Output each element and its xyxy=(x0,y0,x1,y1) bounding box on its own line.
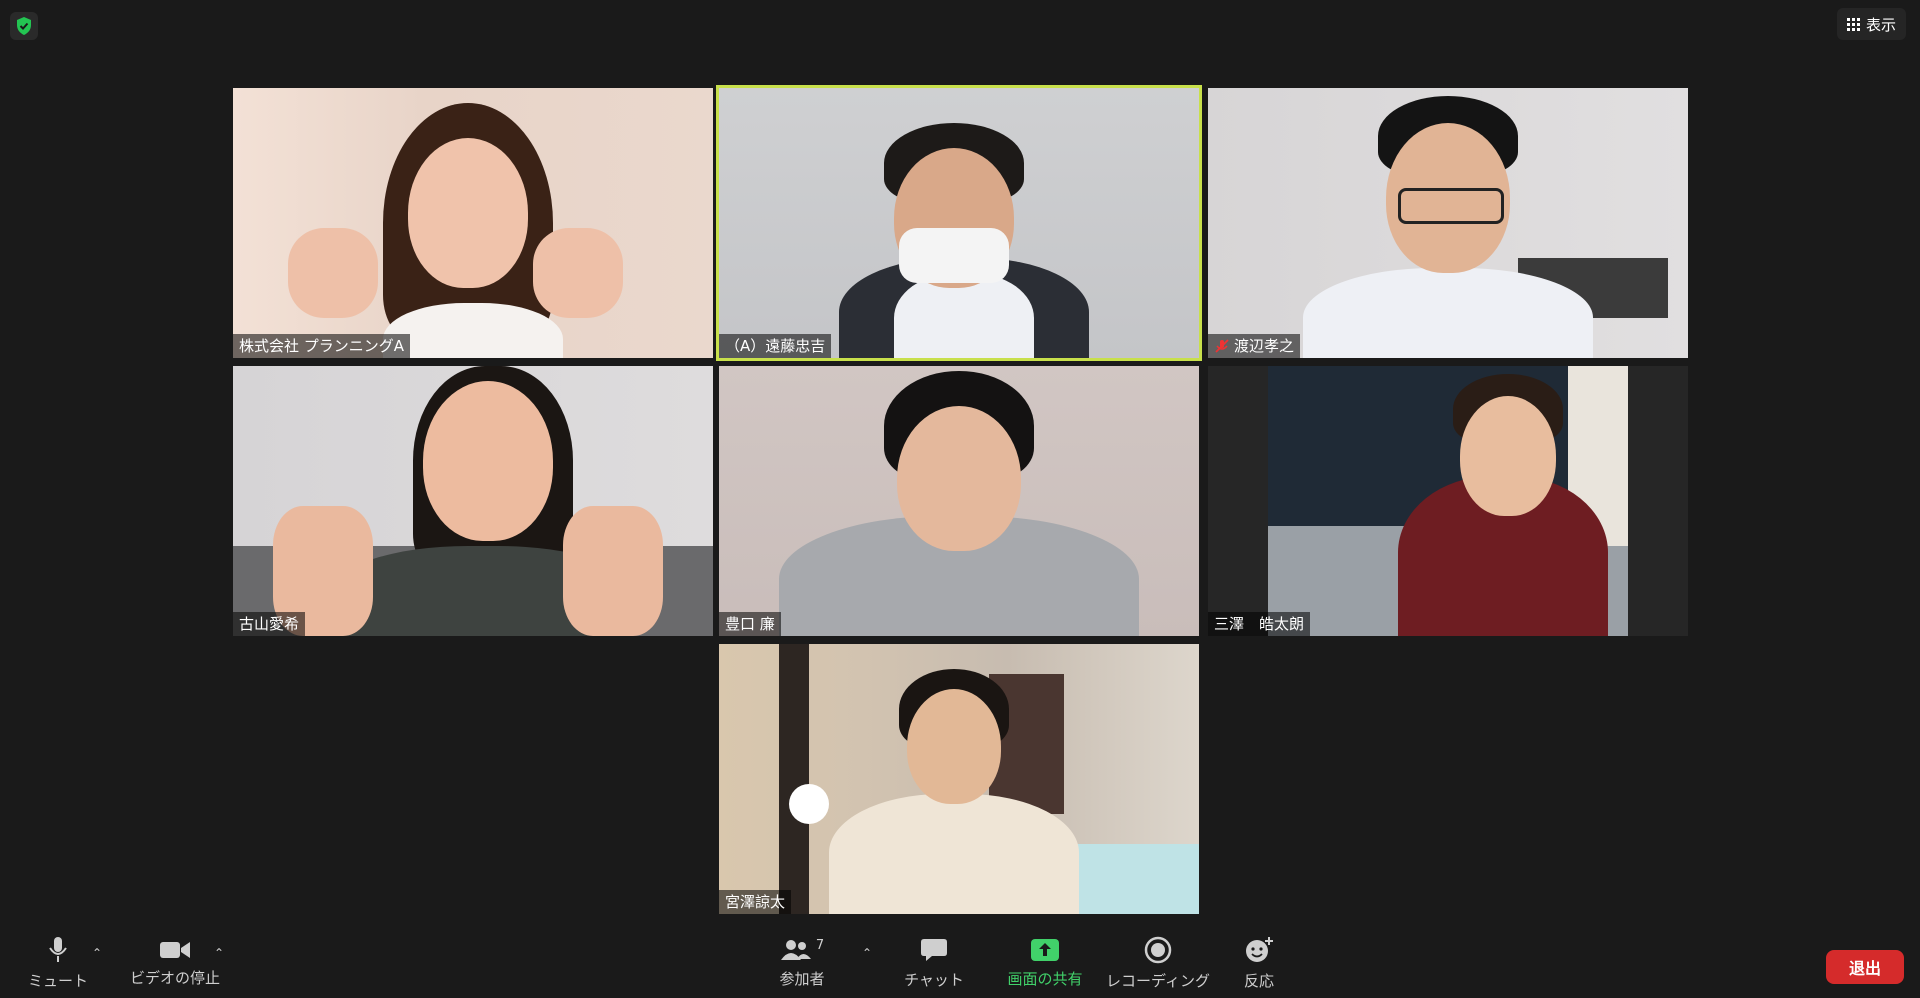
share-screen-icon xyxy=(1031,938,1059,961)
chat-button[interactable]: チャット xyxy=(904,928,964,998)
video-tile[interactable]: 株式会社 プランニングA xyxy=(233,88,713,358)
muted-mic-icon xyxy=(1215,339,1229,353)
leave-button[interactable]: 退出 xyxy=(1826,950,1904,984)
reactions-label: 反応 xyxy=(1243,971,1274,990)
caret-up-icon[interactable]: ⌃ xyxy=(92,946,102,960)
record-icon xyxy=(1144,936,1172,963)
participant-name: （A）遠藤忠吉 xyxy=(719,334,832,358)
video-tile[interactable]: 三澤 皓太朗 xyxy=(1208,366,1688,636)
video-tile[interactable]: 宮澤諒太 xyxy=(719,644,1199,914)
view-button[interactable]: 表示 xyxy=(1836,8,1906,40)
participant-name: 株式会社 プランニングA xyxy=(233,334,411,358)
leave-label: 退出 xyxy=(1848,959,1881,978)
video-tile-active-speaker[interactable]: （A）遠藤忠吉 xyxy=(716,85,1202,361)
view-label: 表示 xyxy=(1865,15,1896,34)
participant-name: 渡辺孝之 xyxy=(1208,334,1301,358)
participant-name: 宮澤諒太 xyxy=(719,890,792,914)
reactions-button[interactable]: 反応 xyxy=(1236,928,1282,998)
share-label: 画面の共有 xyxy=(1007,969,1083,988)
video-label: ビデオの停止 xyxy=(130,968,221,987)
participants-count: 7 xyxy=(815,937,825,953)
stop-video-button[interactable]: ビデオの停止 xyxy=(130,928,220,998)
chat-icon xyxy=(921,938,947,961)
participant-name: 三澤 皓太朗 xyxy=(1208,612,1311,636)
chat-label: チャット xyxy=(904,970,964,989)
reaction-icon xyxy=(1246,936,1273,962)
record-button[interactable]: レコーディング xyxy=(1106,928,1210,998)
microphone-icon xyxy=(49,936,67,962)
caret-up-icon[interactable]: ⌃ xyxy=(214,946,224,960)
video-camera-icon xyxy=(160,941,190,958)
mute-label: ミュート xyxy=(28,971,89,990)
participant-name: 古山愛希 xyxy=(233,612,306,636)
participant-name: 豊口 廉 xyxy=(719,612,781,636)
record-label: レコーディング xyxy=(1106,971,1210,990)
video-tile[interactable]: 渡辺孝之 xyxy=(1208,88,1688,358)
video-tile[interactable]: 豊口 廉 xyxy=(719,366,1199,636)
video-tile[interactable]: 古山愛希 xyxy=(233,366,713,636)
share-screen-button[interactable]: 画面の共有 xyxy=(1000,928,1090,998)
participants-label: 参加者 xyxy=(779,969,825,988)
participants-button[interactable]: 7 参加者 xyxy=(770,928,834,998)
meeting-toolbar: ミュート ⌃ ビデオの停止 ⌃ 7 参加者 ⌃ チャット 画面の共有 レコーディ… xyxy=(0,928,1920,998)
security-shield-icon[interactable] xyxy=(10,12,38,40)
caret-up-icon[interactable]: ⌃ xyxy=(862,946,872,960)
grid-view-icon xyxy=(1846,17,1860,31)
mute-button[interactable]: ミュート xyxy=(28,928,89,998)
participants-icon xyxy=(780,939,811,960)
